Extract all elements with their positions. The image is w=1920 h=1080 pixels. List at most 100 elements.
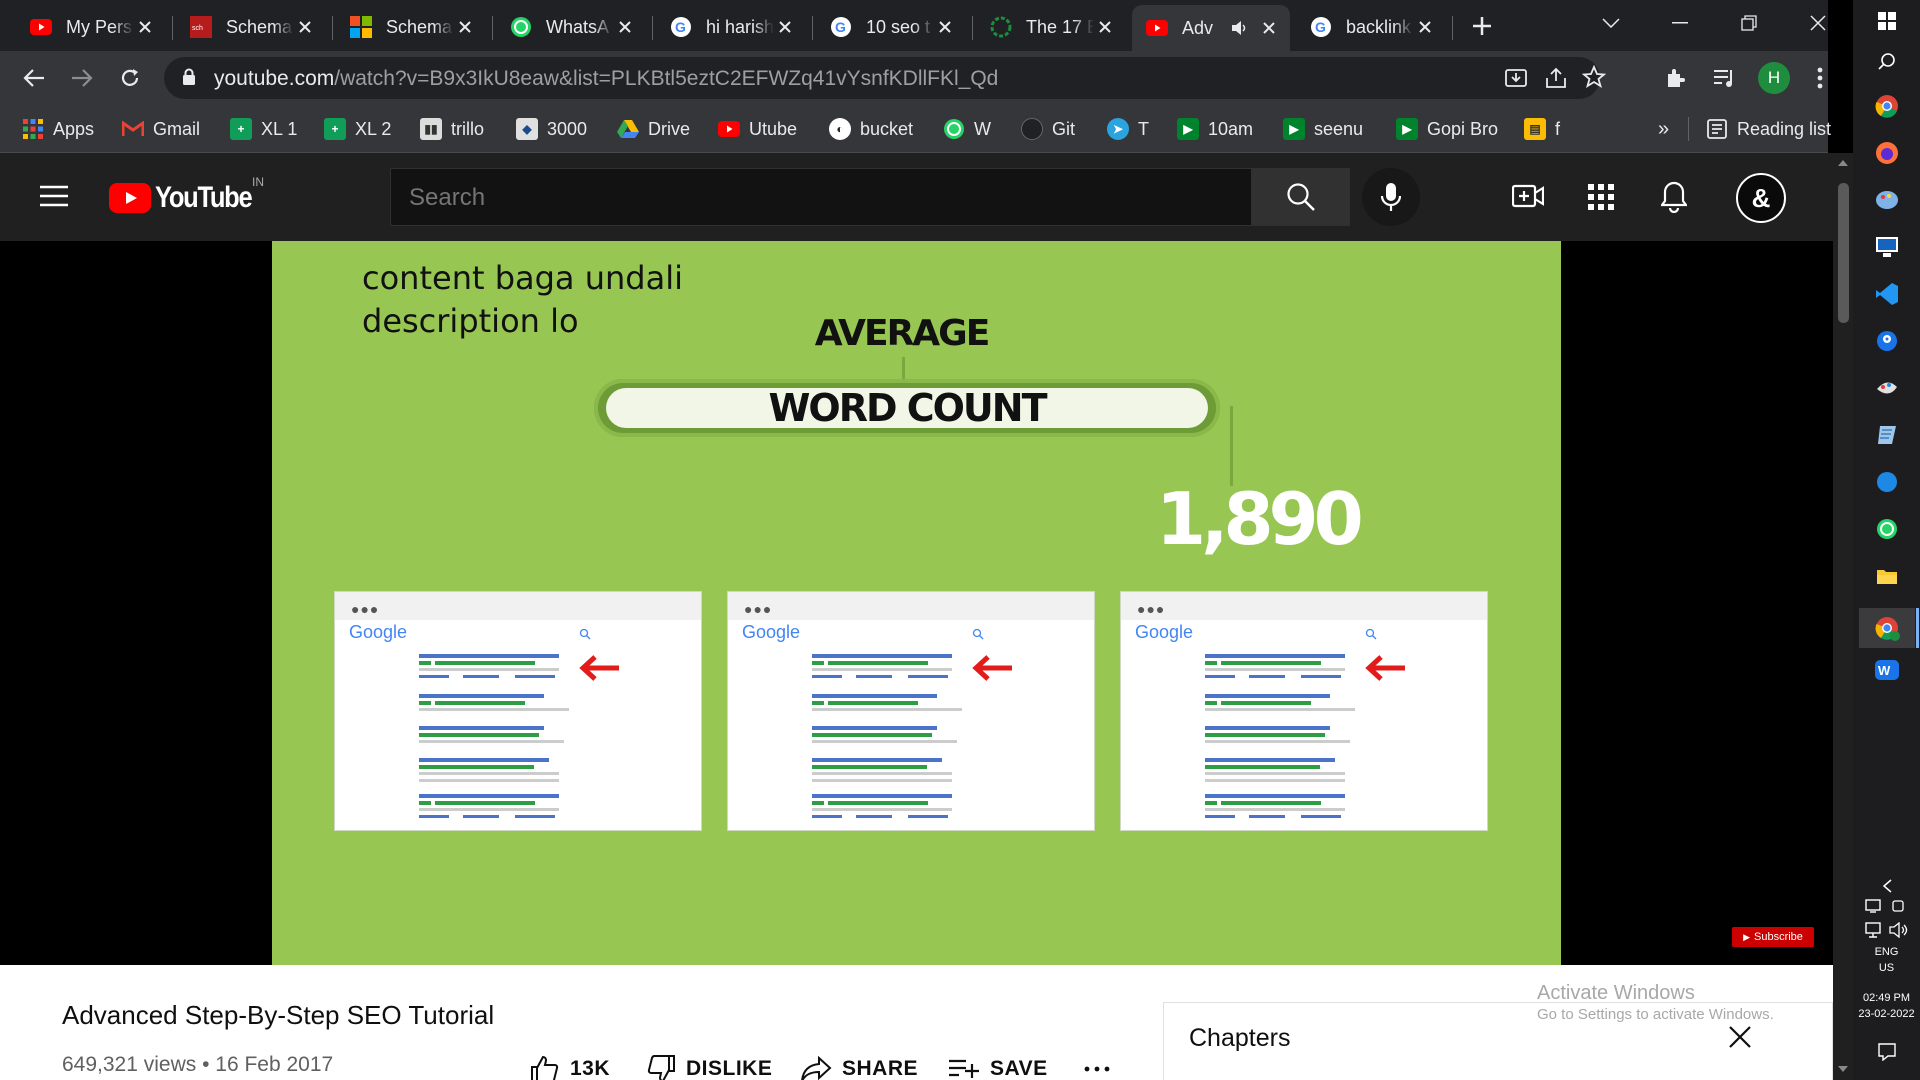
scroll-up-icon[interactable] bbox=[1838, 159, 1848, 167]
bookmark-xl2[interactable]: + XL 2 bbox=[324, 115, 391, 143]
monitor-app-icon[interactable] bbox=[1873, 233, 1901, 261]
hamburger-menu-icon[interactable] bbox=[40, 185, 68, 207]
volume-icon[interactable] bbox=[1889, 922, 1909, 938]
notepad-icon[interactable] bbox=[1873, 421, 1901, 449]
close-window-button[interactable] bbox=[1798, 8, 1838, 38]
bookmark-drive[interactable]: Drive bbox=[617, 115, 690, 143]
bookmark-git[interactable]: Git bbox=[1021, 115, 1075, 143]
tab-search-button[interactable] bbox=[1591, 8, 1631, 38]
forward-button[interactable] bbox=[68, 64, 96, 92]
bookmark-gopi-bro[interactable]: ▶ Gopi Bro bbox=[1396, 115, 1498, 143]
windows-start-icon[interactable] bbox=[1873, 7, 1901, 35]
speaker-icon[interactable] bbox=[1228, 17, 1250, 39]
more-actions-button[interactable] bbox=[1084, 1053, 1120, 1080]
create-video-icon[interactable] bbox=[1512, 183, 1544, 209]
safari-icon[interactable] bbox=[1873, 468, 1901, 496]
close-icon[interactable] bbox=[934, 16, 956, 38]
tab-whatsapp[interactable]: WhatsA bbox=[496, 7, 646, 47]
search-box[interactable] bbox=[390, 168, 1252, 226]
subscribe-watermark[interactable]: ▶ Subscribe bbox=[1732, 927, 1814, 947]
firefox-icon[interactable] bbox=[1873, 139, 1901, 167]
reload-button[interactable] bbox=[116, 64, 144, 92]
tab-hi-harish[interactable]: G hi harish bbox=[656, 7, 806, 47]
bookmark-apps[interactable]: Apps bbox=[22, 115, 94, 143]
search-icon[interactable] bbox=[1873, 47, 1901, 75]
chrome-profile-icon[interactable] bbox=[1859, 608, 1915, 648]
notifications-bell-icon[interactable] bbox=[1661, 181, 1687, 213]
video-player[interactable]: content baga undali description lo AVERA… bbox=[0, 241, 1833, 965]
extensions-icon[interactable] bbox=[1662, 64, 1690, 92]
network-icon[interactable] bbox=[1865, 898, 1883, 914]
meet-now-icon[interactable] bbox=[1891, 898, 1907, 914]
whatsapp-icon[interactable] bbox=[1873, 515, 1901, 543]
like-button[interactable]: 13K bbox=[530, 1053, 610, 1080]
dislike-button[interactable]: DISLIKE bbox=[646, 1053, 772, 1080]
new-tab-button[interactable] bbox=[1468, 12, 1496, 40]
close-icon[interactable] bbox=[454, 16, 476, 38]
chevron-up-icon[interactable] bbox=[1873, 872, 1901, 900]
close-icon[interactable] bbox=[1414, 16, 1436, 38]
bookmark-gmail[interactable]: Gmail bbox=[122, 115, 200, 143]
youtube-logo[interactable]: YouTube IN bbox=[109, 175, 268, 215]
scrollbar-thumb[interactable] bbox=[1838, 183, 1849, 323]
share-button[interactable]: SHARE bbox=[800, 1053, 918, 1080]
minimize-button[interactable] bbox=[1660, 8, 1700, 38]
search-input[interactable] bbox=[409, 184, 1209, 212]
file-explorer-icon[interactable] bbox=[1873, 562, 1901, 590]
profile-avatar[interactable]: H bbox=[1758, 62, 1790, 94]
chrome-icon[interactable] bbox=[1873, 92, 1901, 120]
share-icon[interactable] bbox=[1544, 66, 1568, 90]
bookmark-xl1[interactable]: + XL 1 bbox=[230, 115, 297, 143]
bookmark-10am[interactable]: ▶ 10am bbox=[1177, 115, 1253, 143]
bookmark-seenu[interactable]: ▶ seenu bbox=[1283, 115, 1363, 143]
language-indicator[interactable]: ENG US bbox=[1853, 944, 1920, 976]
bookmark-w[interactable]: W bbox=[943, 115, 991, 143]
lock-icon[interactable] bbox=[182, 68, 196, 86]
scroll-down-icon[interactable] bbox=[1838, 1065, 1848, 1073]
paint-3d-icon[interactable] bbox=[1873, 374, 1901, 402]
system-clock[interactable]: 02:49 PM 23-02-2022 bbox=[1853, 990, 1920, 1022]
tab-backlink[interactable]: G backlink bbox=[1296, 7, 1446, 47]
close-icon[interactable] bbox=[1258, 17, 1280, 39]
voice-search-button[interactable] bbox=[1362, 168, 1420, 226]
star-icon[interactable] bbox=[1582, 65, 1606, 89]
reading-list-button[interactable]: Reading list bbox=[1706, 115, 1831, 143]
tab-my-pers[interactable]: My Pers bbox=[16, 7, 166, 47]
close-icon[interactable] bbox=[134, 16, 156, 38]
close-icon[interactable] bbox=[1094, 16, 1116, 38]
back-button[interactable] bbox=[20, 64, 48, 92]
bookmarks-overflow-button[interactable]: » bbox=[1658, 115, 1669, 143]
restore-button[interactable] bbox=[1729, 8, 1769, 38]
notification-center-icon[interactable] bbox=[1873, 1038, 1901, 1066]
save-button[interactable]: SAVE bbox=[948, 1053, 1048, 1080]
video-frame[interactable]: content baga undali description lo AVERA… bbox=[272, 241, 1561, 965]
close-icon[interactable] bbox=[294, 16, 316, 38]
location-pin-icon[interactable] bbox=[1873, 327, 1901, 355]
bookmark-f[interactable]: ▤ f bbox=[1524, 115, 1560, 143]
url-text[interactable]: youtube.com/watch?v=B9x3IkU8eaw&list=PLK… bbox=[214, 67, 998, 91]
bookmark-t[interactable]: ➤ T bbox=[1107, 115, 1149, 143]
close-icon[interactable] bbox=[774, 16, 796, 38]
tab-schema-1[interactable]: sch Schema bbox=[176, 7, 326, 47]
paint-icon[interactable] bbox=[1873, 186, 1901, 214]
bookmark-3000[interactable]: ◆ 3000 bbox=[516, 115, 587, 143]
media-control-icon[interactable] bbox=[1710, 64, 1738, 92]
install-icon[interactable] bbox=[1504, 66, 1528, 90]
display-icon[interactable] bbox=[1865, 922, 1883, 938]
search-button[interactable] bbox=[1252, 168, 1350, 226]
close-icon[interactable] bbox=[614, 16, 636, 38]
zoom-icon[interactable]: W bbox=[1873, 656, 1901, 684]
menu-dots-icon[interactable] bbox=[1808, 64, 1832, 92]
tab-10-seo[interactable]: G 10 seo t bbox=[816, 7, 966, 47]
tab-advanced-seo[interactable]: Adv bbox=[1132, 5, 1290, 51]
tab-the-17[interactable]: The 17 B bbox=[976, 7, 1126, 47]
page-scrollbar[interactable] bbox=[1833, 153, 1853, 1080]
apps-grid-icon[interactable] bbox=[1588, 184, 1614, 210]
bookmark-utube[interactable]: Utube bbox=[718, 115, 797, 143]
bookmark-bucket[interactable]: ◐ bucket bbox=[829, 115, 913, 143]
address-bar[interactable]: youtube.com/watch?v=B9x3IkU8eaw&list=PLK… bbox=[164, 57, 1606, 99]
vscode-icon[interactable] bbox=[1873, 280, 1901, 308]
avatar[interactable]: & bbox=[1736, 173, 1786, 223]
tab-schema-2[interactable]: Schema bbox=[336, 7, 486, 47]
bookmark-trillo[interactable]: ▮▮ trillo bbox=[420, 115, 484, 143]
